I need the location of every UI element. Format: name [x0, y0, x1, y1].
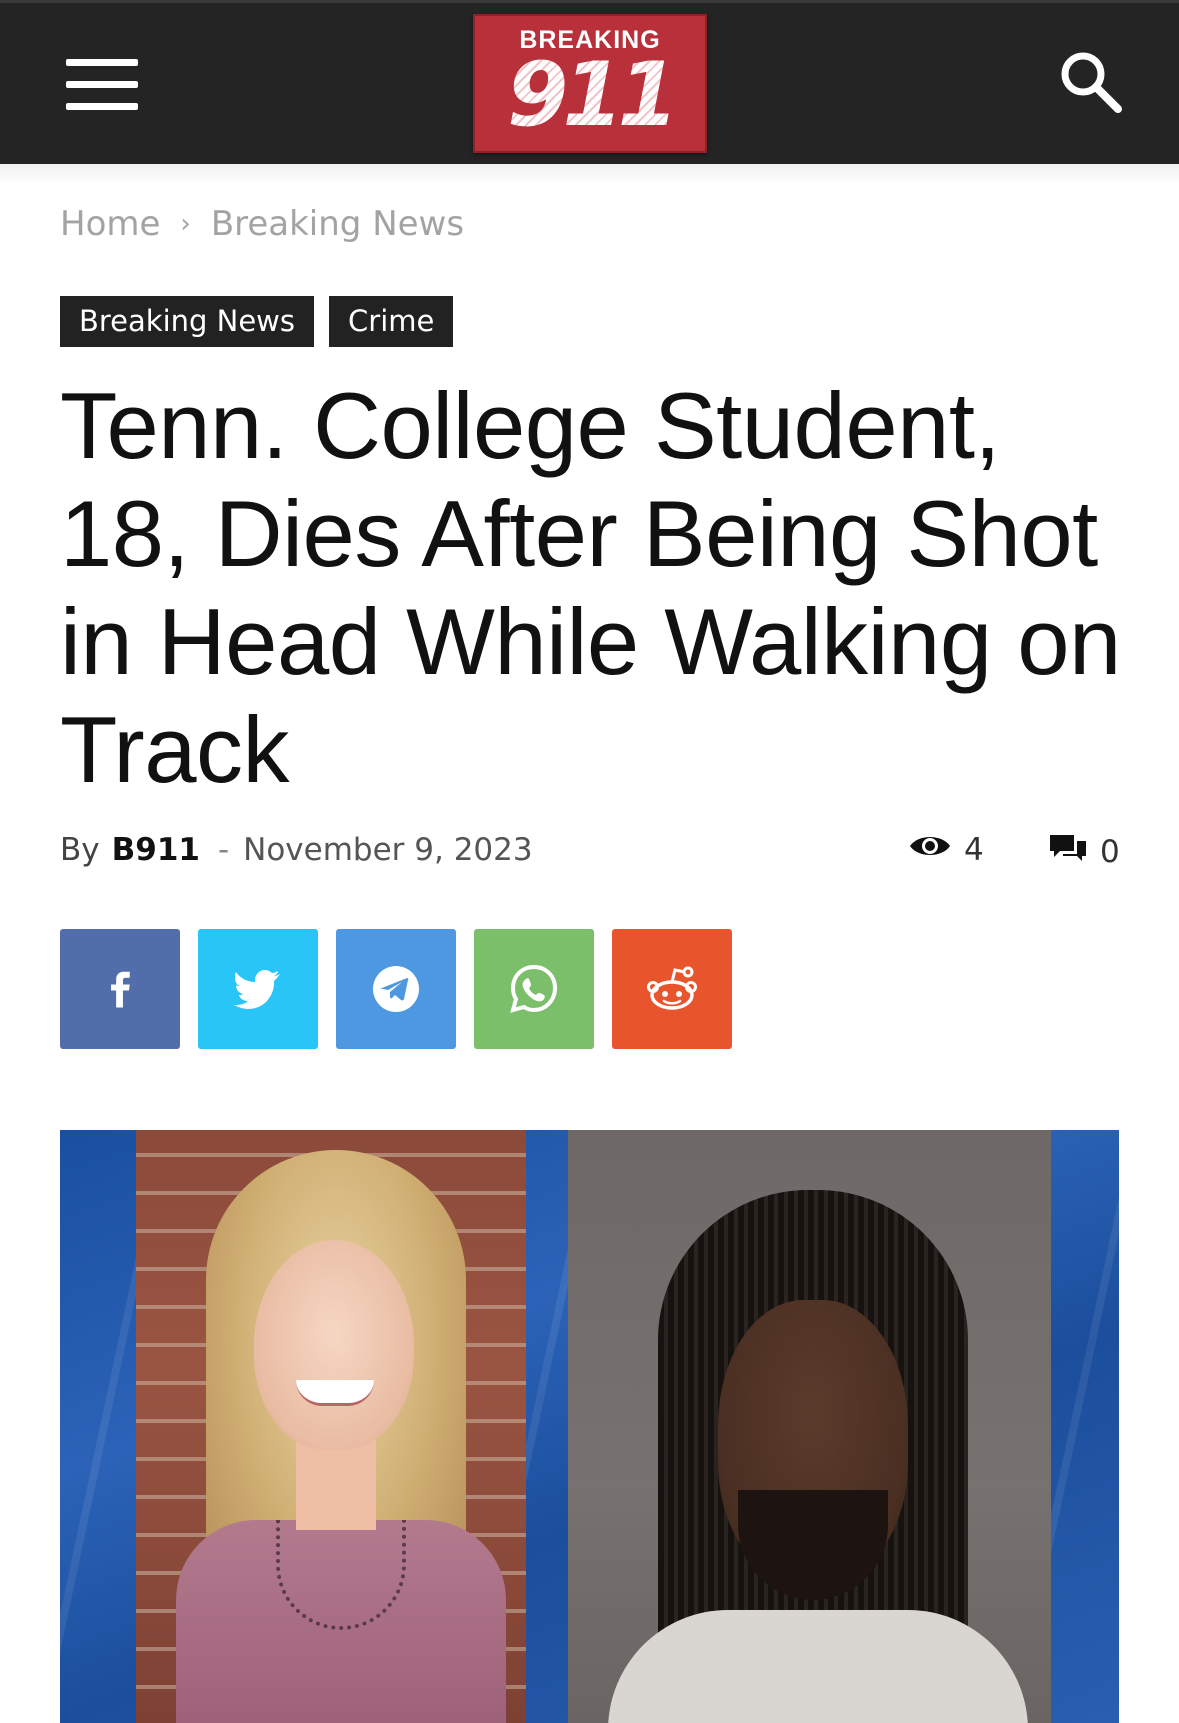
meta-separator: -	[217, 832, 230, 868]
header-shadow	[0, 164, 1179, 186]
facebook-share-button[interactable]	[60, 929, 180, 1049]
breadcrumb-breaking-news-link[interactable]: Breaking News	[211, 204, 464, 244]
logo-number: 911	[475, 49, 705, 141]
reddit-icon	[647, 966, 697, 1010]
comment-count-value: 0	[1100, 834, 1120, 870]
reddit-share-button[interactable]	[612, 929, 732, 1049]
category-tag-breaking-news[interactable]: Breaking News	[60, 296, 315, 347]
category-tags: Breaking News Crime	[60, 296, 454, 347]
telegram-icon	[373, 966, 419, 1012]
twitter-share-button[interactable]	[198, 929, 318, 1049]
view-count: 4	[908, 832, 984, 868]
article-title: Tenn. College Student, 18, Dies After Be…	[60, 373, 1121, 802]
breadcrumb-home-link[interactable]: Home	[60, 204, 160, 244]
site-logo[interactable]: BREAKING 911	[473, 14, 707, 153]
whatsapp-share-button[interactable]	[474, 929, 594, 1049]
comment-count[interactable]: 0	[1048, 832, 1120, 872]
view-count-value: 4	[964, 832, 984, 868]
search-icon[interactable]	[1058, 49, 1124, 115]
breadcrumb: Home › Breaking News	[60, 204, 464, 244]
victim-photo	[136, 1130, 526, 1723]
author-link[interactable]: B911	[112, 832, 200, 868]
eye-icon	[908, 832, 952, 868]
telegram-share-button[interactable]	[336, 929, 456, 1049]
suspect-mugshot	[568, 1130, 1051, 1723]
whatsapp-icon	[510, 964, 558, 1013]
featured-image[interactable]	[60, 1130, 1119, 1723]
twitter-icon	[234, 970, 280, 1009]
byline-label: By	[60, 832, 100, 868]
top-navigation-bar: BREAKING 911	[0, 0, 1179, 164]
publish-date: November 9, 2023	[243, 832, 533, 868]
share-buttons	[60, 929, 732, 1049]
breadcrumb-separator: ›	[180, 209, 191, 239]
hamburger-menu-icon[interactable]	[66, 59, 138, 111]
category-tag-crime[interactable]: Crime	[329, 296, 454, 347]
article-meta: By B911- November 9, 2023 4 0	[60, 832, 1120, 872]
facebook-icon	[111, 971, 130, 1008]
comments-icon	[1048, 832, 1088, 872]
